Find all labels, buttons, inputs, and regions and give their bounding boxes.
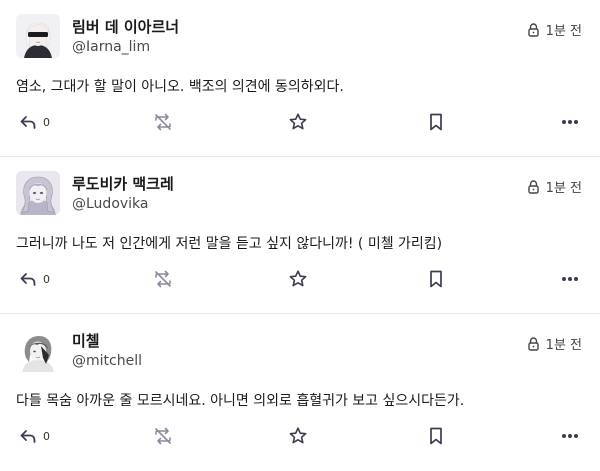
boost-button[interactable] — [153, 426, 173, 446]
bookmark-icon — [430, 427, 442, 445]
reply-count: 0 — [43, 115, 50, 129]
bookmark-button[interactable] — [426, 269, 446, 289]
grey-haired-sketch-portrait-icon — [16, 328, 60, 372]
lock-icon — [527, 22, 539, 37]
star-icon — [289, 427, 307, 444]
timeline-feed: 림버 데 이아르너 @Iarna_lim 1분 전 염소, 그대가 할 말이 아… — [0, 0, 600, 471]
boost-disabled-icon — [155, 427, 171, 445]
post-meta: 1분 전 — [527, 334, 582, 353]
boost-button[interactable] — [153, 269, 173, 289]
status-post[interactable]: 루도비카 맥크레 @Ludovika 1분 전 그러니까 나도 저 인간에게 저… — [0, 157, 600, 314]
reply-icon — [20, 116, 36, 129]
avatar[interactable] — [16, 14, 60, 58]
status-content: 그러니까 나도 저 인간에게 저런 말을 듣고 싶지 않다니까! ( 미첼 가리… — [16, 236, 443, 252]
timestamp-link[interactable]: 1분 전 — [546, 20, 582, 39]
timestamp-link[interactable]: 1분 전 — [546, 177, 582, 196]
avatar[interactable] — [16, 328, 60, 372]
reply-icon — [20, 273, 36, 286]
bookmark-button[interactable] — [426, 426, 446, 446]
action-bar: 0 — [0, 108, 600, 138]
post-meta: 1분 전 — [527, 177, 582, 196]
boost-disabled-icon — [155, 113, 171, 131]
star-icon — [289, 270, 307, 287]
ellipsis-icon — [562, 277, 578, 281]
ellipsis-icon — [562, 434, 578, 438]
reply-button[interactable]: 0 — [18, 426, 50, 446]
action-bar: 0 — [0, 422, 600, 452]
favourite-button[interactable] — [288, 426, 308, 446]
status-content: 다들 목숨 아까운 줄 모르시네요. 아니면 의외로 흡혈귀가 보고 싶으시다든… — [16, 393, 465, 409]
lock-icon — [527, 336, 539, 351]
account-handle[interactable]: @Ludovika — [72, 196, 149, 212]
star-icon — [289, 113, 307, 130]
timestamp-link[interactable]: 1분 전 — [546, 334, 582, 353]
reply-icon — [20, 430, 36, 443]
reply-button[interactable]: 0 — [18, 112, 50, 132]
reply-count: 0 — [43, 429, 50, 443]
action-bar: 0 — [0, 265, 600, 295]
silver-haired-portrait-icon — [16, 171, 60, 215]
status-content: 염소, 그대가 할 말이 아니오. 백조의 의견에 동의하외다. — [16, 79, 344, 95]
display-name[interactable]: 미첼 — [72, 330, 100, 351]
boost-disabled-icon — [155, 270, 171, 288]
reply-count: 0 — [43, 272, 50, 286]
avatar[interactable] — [16, 171, 60, 215]
more-options-button[interactable] — [560, 116, 580, 128]
boost-button[interactable] — [153, 112, 173, 132]
bookmark-button[interactable] — [426, 112, 446, 132]
status-post[interactable]: 림버 데 이아르너 @Iarna_lim 1분 전 염소, 그대가 할 말이 아… — [0, 0, 600, 157]
reply-button[interactable]: 0 — [18, 269, 50, 289]
favourite-button[interactable] — [288, 269, 308, 289]
more-options-button[interactable] — [560, 430, 580, 442]
favourite-button[interactable] — [288, 112, 308, 132]
more-options-button[interactable] — [560, 273, 580, 285]
display-name[interactable]: 림버 데 이아르너 — [72, 16, 179, 37]
white-haired-blindfold-portrait-icon — [16, 14, 60, 58]
account-handle[interactable]: @Iarna_lim — [72, 39, 150, 55]
post-meta: 1분 전 — [527, 20, 582, 39]
account-handle[interactable]: @mitchell — [72, 353, 142, 369]
display-name[interactable]: 루도비카 맥크레 — [72, 173, 174, 194]
lock-icon — [527, 179, 539, 194]
bookmark-icon — [430, 270, 442, 288]
ellipsis-icon — [562, 120, 578, 124]
bookmark-icon — [430, 113, 442, 131]
status-post[interactable]: 미첼 @mitchell 1분 전 다들 목숨 아까운 줄 모르시네요. 아니면… — [0, 314, 600, 471]
